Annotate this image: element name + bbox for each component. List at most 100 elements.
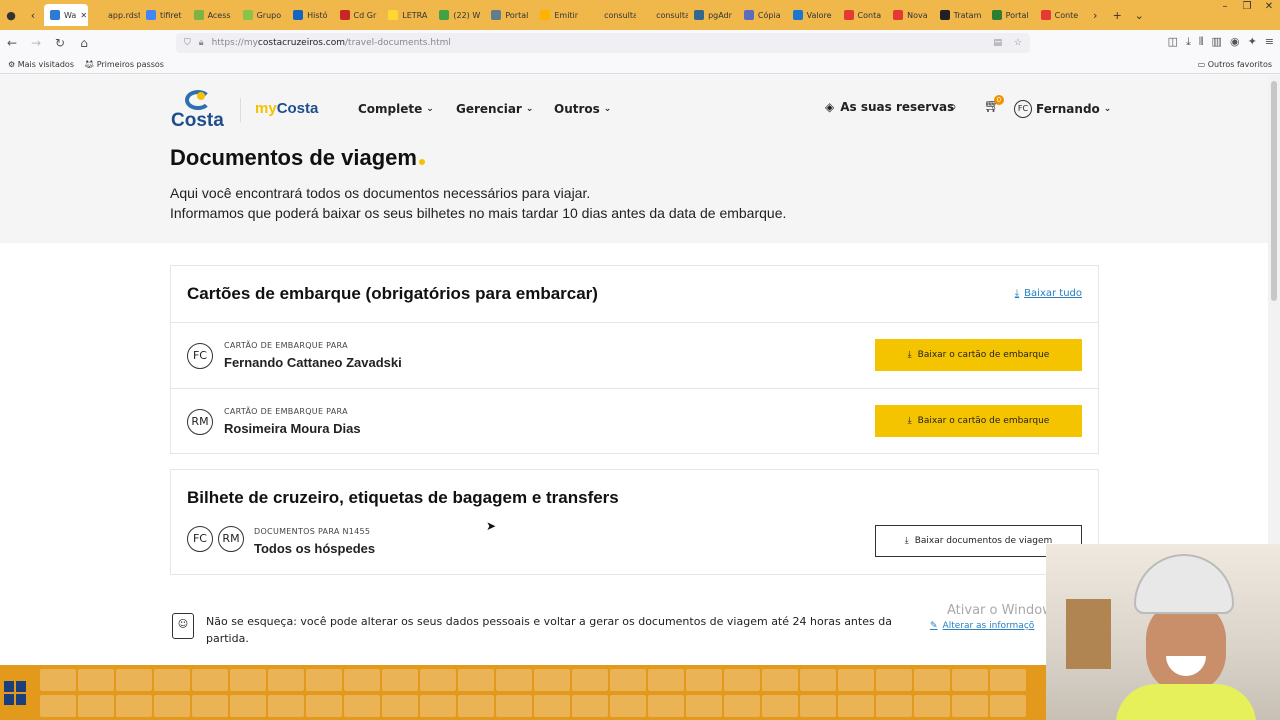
browser-tab[interactable]: consultar- <box>584 4 636 26</box>
reader-view-icon[interactable]: ▤ <box>993 38 1002 48</box>
taskbar-app-icon[interactable] <box>800 669 836 691</box>
taskbar-app-icon[interactable] <box>952 669 988 691</box>
taskbar-app-icon[interactable] <box>496 669 532 691</box>
close-tab-icon[interactable]: ✕ <box>80 11 87 20</box>
taskbar-app-icon[interactable] <box>762 695 798 717</box>
taskbar-app-icon[interactable] <box>306 695 342 717</box>
shield-icon[interactable]: ⛉ <box>184 38 191 48</box>
taskbar-app-icon[interactable] <box>116 695 152 717</box>
taskbar-app-icon[interactable] <box>648 669 684 691</box>
download-boarding-pass-button[interactable]: ⤓ Baixar o cartão de embarque <box>875 339 1082 371</box>
scrollbar-thumb[interactable] <box>1271 81 1277 301</box>
taskbar-app-icon[interactable] <box>382 695 418 717</box>
extensions-icon[interactable]: ✦ <box>1248 35 1257 49</box>
taskbar-app-icon[interactable] <box>344 695 380 717</box>
menu-outros[interactable]: Outros ⌄ <box>554 102 611 116</box>
taskbar-app-icon[interactable] <box>610 695 646 717</box>
browser-tab[interactable]: tifiret <box>140 4 188 26</box>
minimize-icon[interactable]: – <box>1214 0 1236 14</box>
browser-tab[interactable]: Acess <box>188 4 237 26</box>
menu-icon[interactable]: ≡ <box>1265 35 1274 49</box>
download-all-link[interactable]: ⤓ Baixar tudo <box>1015 288 1082 299</box>
firefox-view-icon[interactable]: ● <box>0 9 22 22</box>
taskbar-app-icon[interactable] <box>762 669 798 691</box>
pocket-icon[interactable]: ◫ <box>1168 35 1178 49</box>
forward-icon[interactable]: → <box>24 36 48 50</box>
taskbar-app-icon[interactable] <box>990 669 1026 691</box>
browser-tab[interactable]: Emitir <box>534 4 584 26</box>
browser-tab[interactable]: Wa ✕ <box>44 4 88 26</box>
browser-tab[interactable]: Portal <box>485 4 534 26</box>
taskbar-app-icon[interactable] <box>572 695 608 717</box>
home-icon[interactable]: ⌂ <box>72 36 96 50</box>
taskbar-app-icon[interactable] <box>230 669 266 691</box>
taskbar-app-icon[interactable] <box>686 695 722 717</box>
taskbar-app-icon[interactable] <box>154 669 190 691</box>
browser-tab[interactable]: Cd Gr <box>334 4 383 26</box>
lock-icon[interactable]: 🔒︎ <box>199 38 204 48</box>
taskbar-app-icon[interactable] <box>420 695 456 717</box>
browser-tab[interactable]: Portal <box>986 4 1035 26</box>
scroll-tabs-right-icon[interactable]: › <box>1084 9 1106 22</box>
reload-icon[interactable]: ↻ <box>48 36 72 50</box>
bookmark-first-steps[interactable]: 🦊︎ Primeiros passos <box>84 60 164 69</box>
taskbar-app-icon[interactable] <box>914 695 950 717</box>
taskbar-app-icon[interactable] <box>724 669 760 691</box>
search-icon[interactable]: ⌕ <box>949 99 957 115</box>
taskbar-app-icon[interactable] <box>610 669 646 691</box>
change-info-link[interactable]: ✎ Alterar as informaçõ <box>930 621 1034 631</box>
download-boarding-pass-button[interactable]: ⤓ Baixar o cartão de embarque <box>875 405 1082 437</box>
browser-tab[interactable]: Conte <box>1035 4 1085 26</box>
browser-tab[interactable]: Grupo <box>237 4 288 26</box>
taskbar-app-icon[interactable] <box>838 695 874 717</box>
browser-tab[interactable]: app.rdstati <box>88 4 140 26</box>
taskbar-app-icon[interactable] <box>914 669 950 691</box>
taskbar-app-icon[interactable] <box>116 669 152 691</box>
restore-icon[interactable]: ❐ <box>1236 0 1258 14</box>
taskbar-app-icon[interactable] <box>800 695 836 717</box>
browser-tab[interactable]: (22) W <box>433 4 485 26</box>
taskbar-app-icon[interactable] <box>78 669 114 691</box>
taskbar-app-icon[interactable] <box>306 669 342 691</box>
scroll-tabs-left-icon[interactable]: ‹ <box>22 9 44 22</box>
windows-start-icon[interactable] <box>4 681 28 705</box>
taskbar-app-icon[interactable] <box>192 695 228 717</box>
reservations-link[interactable]: ◈ As suas reservas <box>825 100 954 114</box>
taskbar-app-icon[interactable] <box>876 669 912 691</box>
taskbar-app-icon[interactable] <box>458 669 494 691</box>
taskbar-app-icon[interactable] <box>268 669 304 691</box>
taskbar-app-icon[interactable] <box>534 669 570 691</box>
browser-tab[interactable]: Valore <box>787 4 838 26</box>
browser-tab[interactable]: LETRA <box>382 4 433 26</box>
back-icon[interactable]: ← <box>0 36 24 50</box>
taskbar-app-icon[interactable] <box>230 695 266 717</box>
account-icon[interactable]: ◉ <box>1230 35 1240 49</box>
taskbar-app-icon[interactable] <box>952 695 988 717</box>
taskbar-app-icon[interactable] <box>876 695 912 717</box>
taskbar-app-icon[interactable] <box>382 669 418 691</box>
taskbar-app-icon[interactable] <box>78 695 114 717</box>
menu-complete[interactable]: Complete ⌄ <box>358 102 434 116</box>
bookmark-star-icon[interactable]: ☆ <box>1014 38 1022 48</box>
mycosta-logo[interactable]: myCosta <box>255 100 318 117</box>
address-bar[interactable]: ⛉ 🔒︎ https://mycostacruzeiros.com/travel… <box>176 33 1030 53</box>
browser-tab[interactable]: Histó <box>287 4 333 26</box>
cart-button[interactable]: 🛒︎ 0 <box>984 95 1004 114</box>
browser-tab[interactable]: Conta <box>838 4 888 26</box>
costa-logo[interactable]: Costa <box>171 90 224 131</box>
taskbar-app-icon[interactable] <box>724 695 760 717</box>
bookmark-other[interactable]: ▭ Outros favoritos <box>1198 60 1272 69</box>
browser-tab[interactable]: Tratam <box>934 4 986 26</box>
list-all-tabs-icon[interactable]: ⌄ <box>1128 9 1150 22</box>
browser-tab[interactable]: Nova <box>887 4 934 26</box>
taskbar-app-icon[interactable] <box>496 695 532 717</box>
taskbar-app-icon[interactable] <box>686 669 722 691</box>
taskbar-app-icon[interactable] <box>40 669 76 691</box>
taskbar-app-icon[interactable] <box>344 669 380 691</box>
user-menu[interactable]: FC Fernando ⌄ <box>1014 100 1111 118</box>
browser-tab[interactable]: pgAdr <box>688 4 738 26</box>
taskbar-app-icon[interactable] <box>154 695 190 717</box>
taskbar-app-icon[interactable] <box>268 695 304 717</box>
taskbar-app-icon[interactable] <box>838 669 874 691</box>
taskbar-app-icon[interactable] <box>40 695 76 717</box>
